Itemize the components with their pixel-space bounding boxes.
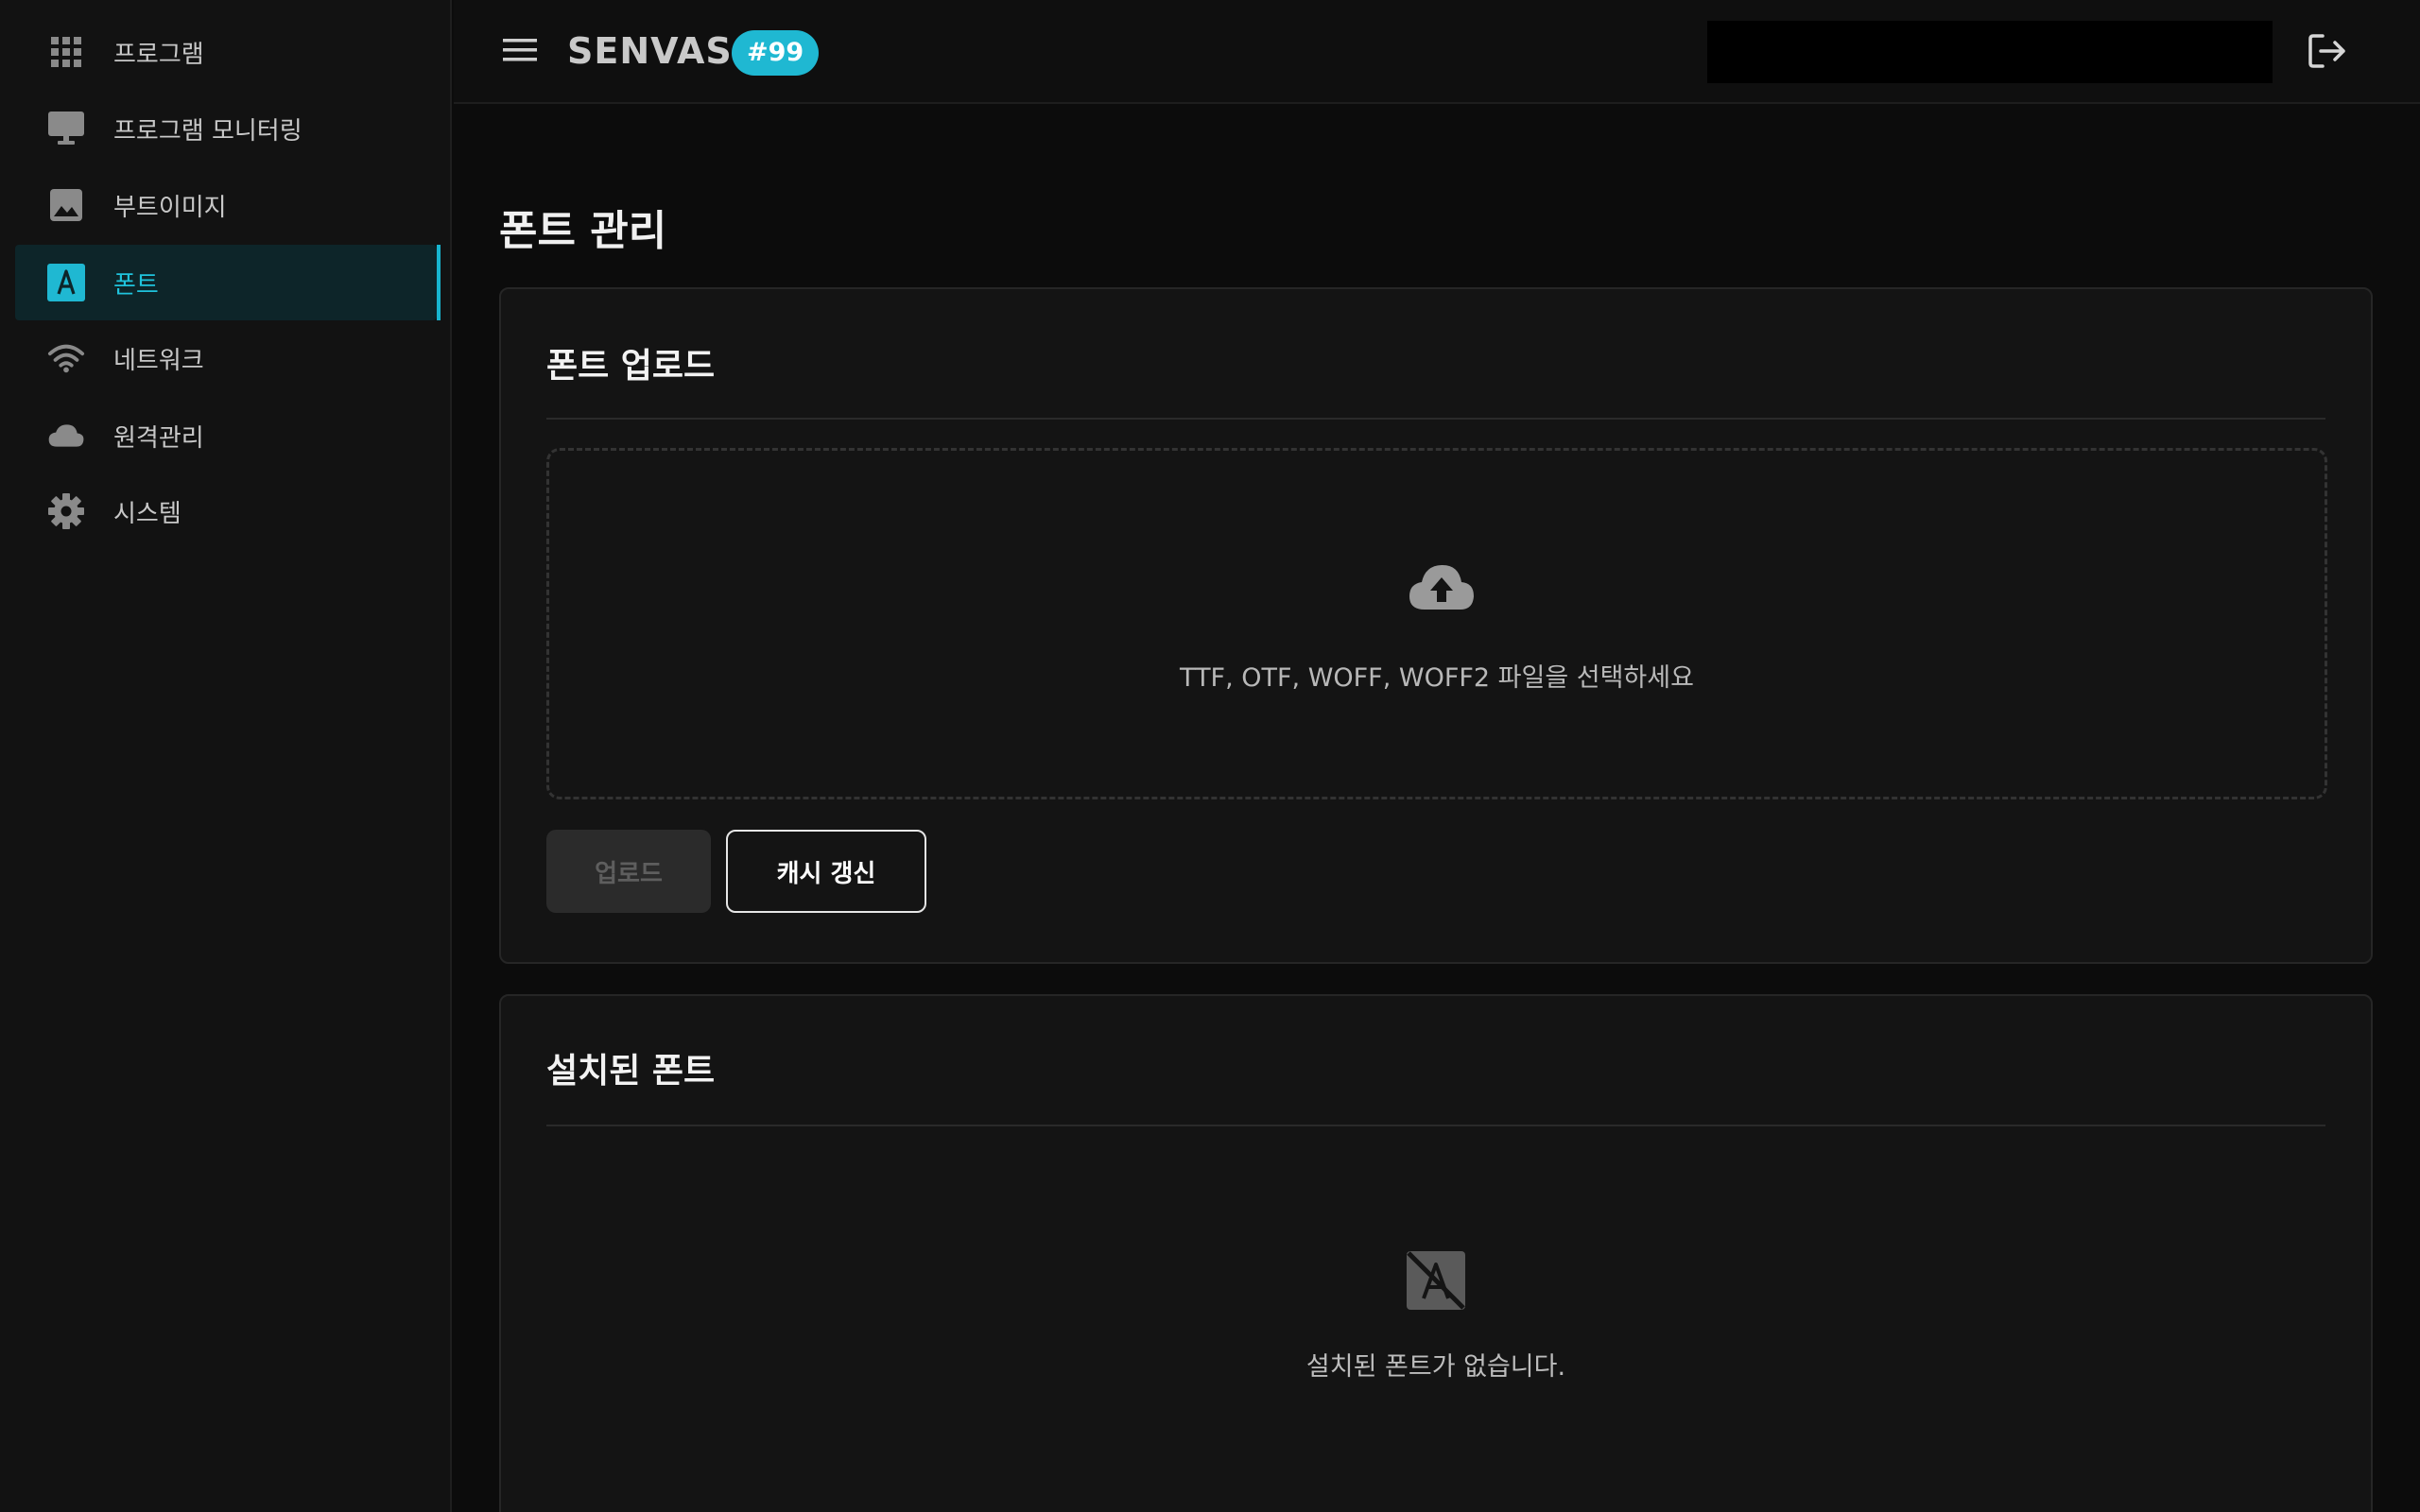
sidebar-item-network[interactable]: 네트워크 xyxy=(15,320,437,396)
logout-button[interactable] xyxy=(2307,32,2348,74)
font-file-dropzone[interactable]: TTF, OTF, WOFF, WOFF2 파일을 선택하세요 xyxy=(546,448,2327,799)
sidebar-item-programs[interactable]: 프로그램 xyxy=(15,14,437,90)
sidebar-item-label: 시스템 xyxy=(113,499,182,528)
image-icon xyxy=(47,186,85,224)
installed-fonts-card: 설치된 폰트 설치된 폰트가 없습니다. xyxy=(499,994,2373,1512)
sidebar: 프로그램 프로그램 모니터링 부트이미지 폰트 네트워크 원격관리 시스템 xyxy=(0,0,452,1512)
brand-title: SENVAS xyxy=(567,30,733,72)
app-root: 프로그램 프로그램 모니터링 부트이미지 폰트 네트워크 원격관리 시스템 SE… xyxy=(0,0,2420,1512)
menu-button[interactable] xyxy=(501,33,539,71)
sidebar-item-program-monitoring[interactable]: 프로그램 모니터링 xyxy=(15,91,437,166)
cloud-upload-icon xyxy=(1408,562,1476,611)
empty-state-text: 설치된 폰트가 없습니다. xyxy=(1305,1352,1566,1382)
version-badge: #99 xyxy=(732,30,820,76)
font-icon xyxy=(47,264,85,301)
sidebar-item-fonts[interactable]: 폰트 xyxy=(15,245,441,320)
dropzone-hint: TTF, OTF, WOFF, WOFF2 파일을 선택하세요 xyxy=(1180,663,1694,693)
font-upload-title: 폰트 업로드 xyxy=(546,347,716,386)
redacted-area xyxy=(1707,21,2273,83)
cloud-icon xyxy=(47,417,85,455)
sidebar-item-system[interactable]: 시스템 xyxy=(15,473,437,549)
monitor-icon xyxy=(47,110,85,147)
card-divider xyxy=(546,1125,2325,1126)
sidebar-item-boot-image[interactable]: 부트이미지 xyxy=(15,167,437,243)
page-title: 폰트 관리 xyxy=(499,207,667,255)
sidebar-item-label: 프로그램 모니터링 xyxy=(113,116,302,146)
logout-icon xyxy=(2308,32,2347,74)
sidebar-item-label: 프로그램 xyxy=(113,40,204,69)
card-divider xyxy=(546,418,2325,420)
font-upload-card: 폰트 업로드 TTF, OTF, WOFF, WOFF2 파일을 선택하세요 업… xyxy=(499,287,2373,964)
sidebar-item-remote-management[interactable]: 원격관리 xyxy=(15,398,437,473)
sidebar-item-label: 네트워크 xyxy=(113,346,204,375)
refresh-cache-button[interactable]: 캐시 갱신 xyxy=(726,830,926,913)
sidebar-item-label: 원격관리 xyxy=(113,423,204,453)
hamburger-icon xyxy=(503,37,537,67)
grid-icon xyxy=(47,33,85,71)
wifi-icon xyxy=(47,339,85,377)
upload-button[interactable]: 업로드 xyxy=(546,830,711,913)
font-off-icon xyxy=(1405,1249,1467,1312)
topbar: SENVAS #99 xyxy=(454,0,2420,104)
sidebar-item-label: 부트이미지 xyxy=(113,193,227,222)
installed-fonts-title: 설치된 폰트 xyxy=(546,1052,716,1091)
sidebar-item-label: 폰트 xyxy=(113,270,159,300)
gear-icon xyxy=(47,492,85,530)
